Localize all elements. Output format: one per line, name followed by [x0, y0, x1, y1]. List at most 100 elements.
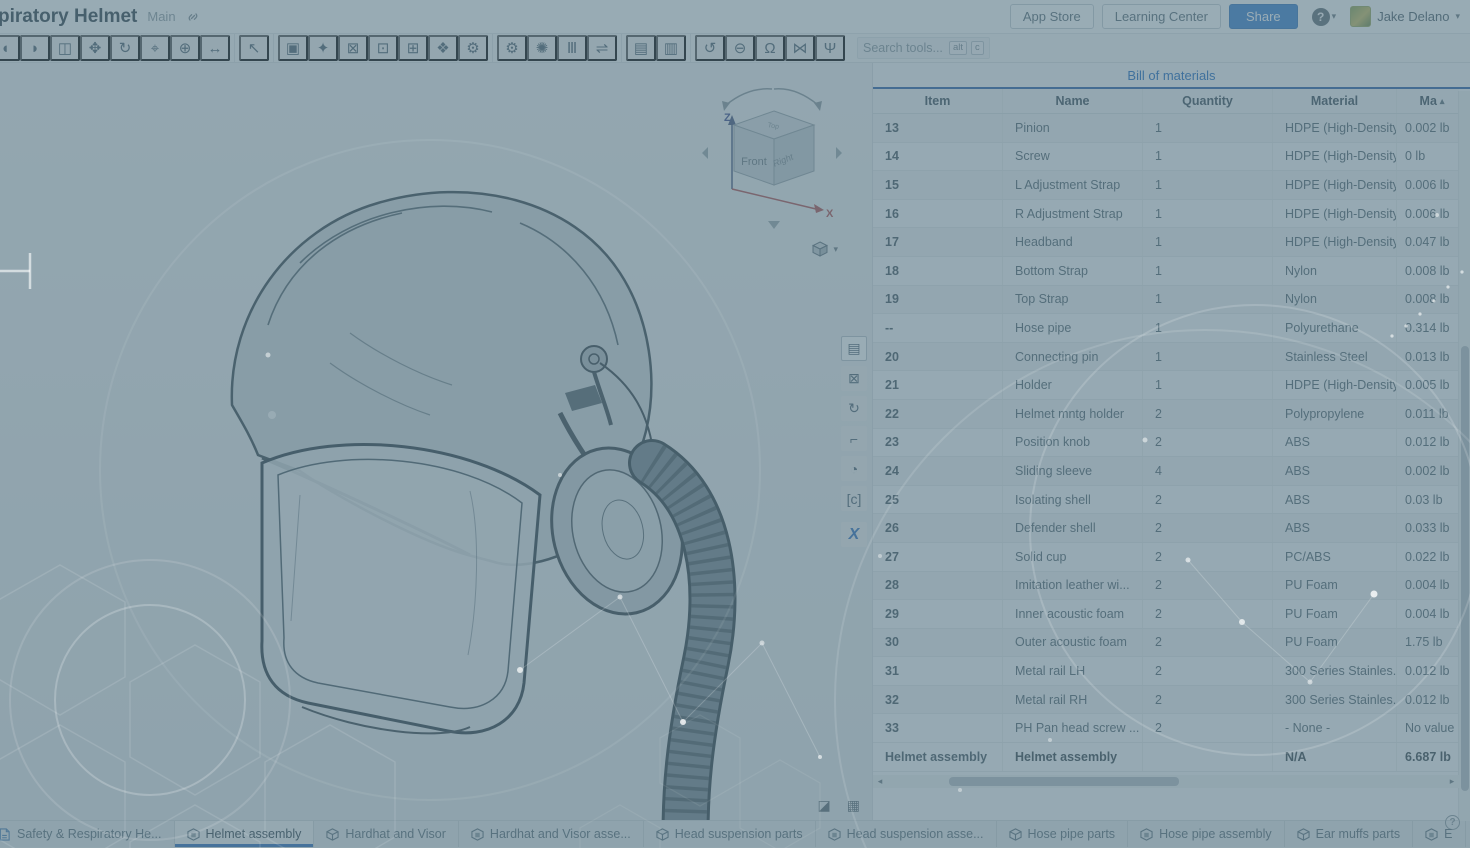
replicate-icon[interactable]: ⊡	[368, 35, 398, 61]
named-positions-icon[interactable]: ↻	[841, 396, 867, 421]
relation-icon[interactable]: ⚙	[458, 35, 488, 61]
tab-head-suspension-asse[interactable]: Head suspension asse...	[816, 821, 997, 847]
circular-pattern-icon[interactable]: ❖	[428, 35, 458, 61]
linear-pattern-icon[interactable]: ⊞	[398, 35, 428, 61]
tab-e[interactable]: E	[1413, 821, 1465, 847]
display-states-icon[interactable]: ▤	[626, 35, 656, 61]
bom-table-row[interactable]: 14Screw1HDPE (High-Density...0 lb	[873, 143, 1459, 172]
bom-table-row[interactable]: 33PH Pan head screw ...2- None -No value	[873, 714, 1459, 743]
tab-hardhat-and-visor[interactable]: Hardhat and Visor	[314, 821, 459, 847]
clipped-tool-icon[interactable]: ◖	[0, 35, 20, 61]
named-views-icon[interactable]: ▥	[656, 35, 686, 61]
bom-table-row[interactable]: 22Helmet mntg holder2Polypropylene0.011 …	[873, 400, 1459, 429]
gear-relation-icon[interactable]: ⚙	[497, 35, 527, 61]
learning-center-button[interactable]: Learning Center	[1102, 4, 1221, 29]
configurations-icon[interactable]: [c]	[841, 486, 867, 511]
bom-table-row[interactable]: 26Defender shell2ABS0.033 lb	[873, 514, 1459, 543]
app-store-button[interactable]: App Store	[1010, 4, 1094, 29]
avatar[interactable]	[1350, 6, 1371, 27]
bom-table-row[interactable]: 28Imitation leather wi...2PU Foam0.004 l…	[873, 572, 1459, 601]
tab-label: Safety & Respiratory He...	[17, 827, 162, 841]
insert-icon[interactable]: ◗	[20, 35, 50, 61]
bom-table-icon[interactable]: ▤	[841, 336, 867, 361]
part-studio-icon	[656, 828, 669, 841]
rack-relation-icon[interactable]: Ⅲ	[557, 35, 587, 61]
snap-mode-icon[interactable]: ⌖	[140, 35, 170, 61]
bom-footer-row[interactable]: Helmet assemblyHelmet assemblyN/A6.687 l…	[873, 743, 1459, 772]
bom-table-row[interactable]: 30Outer acoustic foam2PU Foam1.75 lb	[873, 629, 1459, 658]
mate-connector-icon[interactable]: ↖	[239, 35, 269, 61]
scrollbar-thumb[interactable]	[949, 777, 1179, 786]
search-tools-input[interactable]	[863, 41, 945, 55]
bom-column-header[interactable]: Name	[1003, 89, 1143, 113]
bom-table-row[interactable]: 31Metal rail LH2300 Series Stainles...0.…	[873, 657, 1459, 686]
exploded-view-icon[interactable]: ⊠	[841, 366, 867, 391]
share-button[interactable]: Share	[1229, 4, 1298, 29]
fastened-mate-icon[interactable]: ⊕	[170, 35, 200, 61]
appearance-sphere-icon[interactable]: ◔	[841, 456, 867, 481]
3d-viewport[interactable]: Z X Front Top Right ▾ ▤ ⊠ ↻ ⌐ ◔	[0, 63, 872, 820]
workspace-label[interactable]: Main	[147, 9, 175, 24]
bom-table-row[interactable]: 17Headband1HDPE (High-Density...0.047 lb	[873, 228, 1459, 257]
tab-helmet-assembly[interactable]: Helmet assembly	[175, 821, 315, 847]
wire-icon[interactable]: Ψ	[815, 35, 845, 61]
rotate-part-icon[interactable]: ↻	[110, 35, 140, 61]
bom-material-cell: ABS	[1273, 486, 1397, 514]
bom-table-row[interactable]: 19Top Strap1Nylon0.008 lb	[873, 286, 1459, 315]
section-view-icon[interactable]: ◪	[818, 797, 831, 814]
bom-table-row[interactable]: 21Holder1HDPE (High-Density...0.005 lb	[873, 371, 1459, 400]
bom-column-header[interactable]: Quantity	[1143, 89, 1273, 113]
x-app-icon[interactable]: X	[841, 522, 867, 547]
sketch-icon[interactable]: ↺	[695, 35, 725, 61]
bom-mass-cell: 0.008 lb	[1397, 257, 1459, 285]
mate-icon[interactable]: ◫	[50, 35, 80, 61]
scrollbar-thumb[interactable]	[1461, 346, 1469, 791]
group-icon[interactable]: ▣	[278, 35, 308, 61]
view-cube[interactable]: Z X Front Top Right	[702, 81, 842, 231]
pattern-icon[interactable]: ⊠	[338, 35, 368, 61]
bom-table-row[interactable]: 23Position knob2ABS0.012 lb	[873, 429, 1459, 458]
bom-column-header[interactable]: Item	[873, 89, 1003, 113]
bom-panel-title[interactable]: Bill of materials	[873, 63, 1470, 89]
scroll-left-icon[interactable]: ◂	[873, 776, 887, 787]
fix-icon[interactable]: ✦	[308, 35, 338, 61]
view-options-menu[interactable]: ▾	[812, 241, 838, 257]
bom-column-header[interactable]: Ma▴	[1397, 89, 1459, 113]
bom-table-row[interactable]: 18Bottom Strap1Nylon0.008 lb	[873, 257, 1459, 286]
tab-head-suspension-parts[interactable]: Head suspension parts	[644, 821, 816, 847]
plane-icon[interactable]: ⊖	[725, 35, 755, 61]
bom-table-row[interactable]: --Hose pipe1Polyurethane0.314 lb	[873, 314, 1459, 343]
tab-hardhat-and-visor-asse[interactable]: Hardhat and Visor asse...	[459, 821, 644, 847]
bom-vertical-scrollbar[interactable]	[1458, 91, 1470, 821]
user-menu[interactable]: Jake Delano ▾	[1350, 6, 1460, 27]
link-icon[interactable]	[186, 10, 200, 24]
screw-relation-icon[interactable]: ✺	[527, 35, 557, 61]
bom-column-header[interactable]: Material	[1273, 89, 1397, 113]
tab-hose-pipe-parts[interactable]: Hose pipe parts	[997, 821, 1129, 847]
bom-table-row[interactable]: 16R Adjustment Strap1HDPE (High-Density.…	[873, 200, 1459, 229]
help-icon[interactable]: ?	[1312, 8, 1330, 26]
bom-table-row[interactable]: 13Pinion1HDPE (High-Density...0.002 lb	[873, 114, 1459, 143]
scrollbar-track[interactable]	[887, 775, 1445, 788]
bom-table-row[interactable]: 27Solid cup2PC/ABS0.022 lb	[873, 543, 1459, 572]
bom-table-row[interactable]: 25Isolating shell2ABS0.03 lb	[873, 486, 1459, 515]
bom-table-row[interactable]: 20Connecting pin1Stainless Steel0.013 lb	[873, 343, 1459, 372]
tab-safety-respiratory-he[interactable]: Safety & Respiratory He...	[0, 821, 175, 847]
belt-relation-icon[interactable]: ⇌	[587, 35, 617, 61]
tab-ear-muffs-parts[interactable]: Ear muffs parts	[1285, 821, 1414, 847]
scroll-right-icon[interactable]: ▸	[1445, 776, 1459, 787]
helix-icon[interactable]: Ω	[755, 35, 785, 61]
cube-front-label[interactable]: Front	[741, 156, 767, 168]
revolute-mate-icon[interactable]: ↔	[200, 35, 230, 61]
help-menu[interactable]: ? ▾	[1312, 8, 1337, 26]
part-dock-icon[interactable]: ⌐	[841, 426, 867, 451]
isolate-icon[interactable]: ▦	[847, 797, 860, 814]
move-part-icon[interactable]: ✥	[80, 35, 110, 61]
bom-horizontal-scrollbar[interactable]: ◂ ▸	[873, 775, 1459, 788]
loft-icon[interactable]: ⋈	[785, 35, 815, 61]
tab-hose-pipe-assembly[interactable]: Hose pipe assembly	[1128, 821, 1285, 847]
bom-table-row[interactable]: 15L Adjustment Strap1HDPE (High-Density.…	[873, 171, 1459, 200]
bom-table-row[interactable]: 24Sliding sleeve4ABS0.002 lb	[873, 457, 1459, 486]
bom-table-row[interactable]: 29Inner acoustic foam2PU Foam0.004 lb	[873, 600, 1459, 629]
bom-table-row[interactable]: 32Metal rail RH2300 Series Stainles...0.…	[873, 686, 1459, 715]
